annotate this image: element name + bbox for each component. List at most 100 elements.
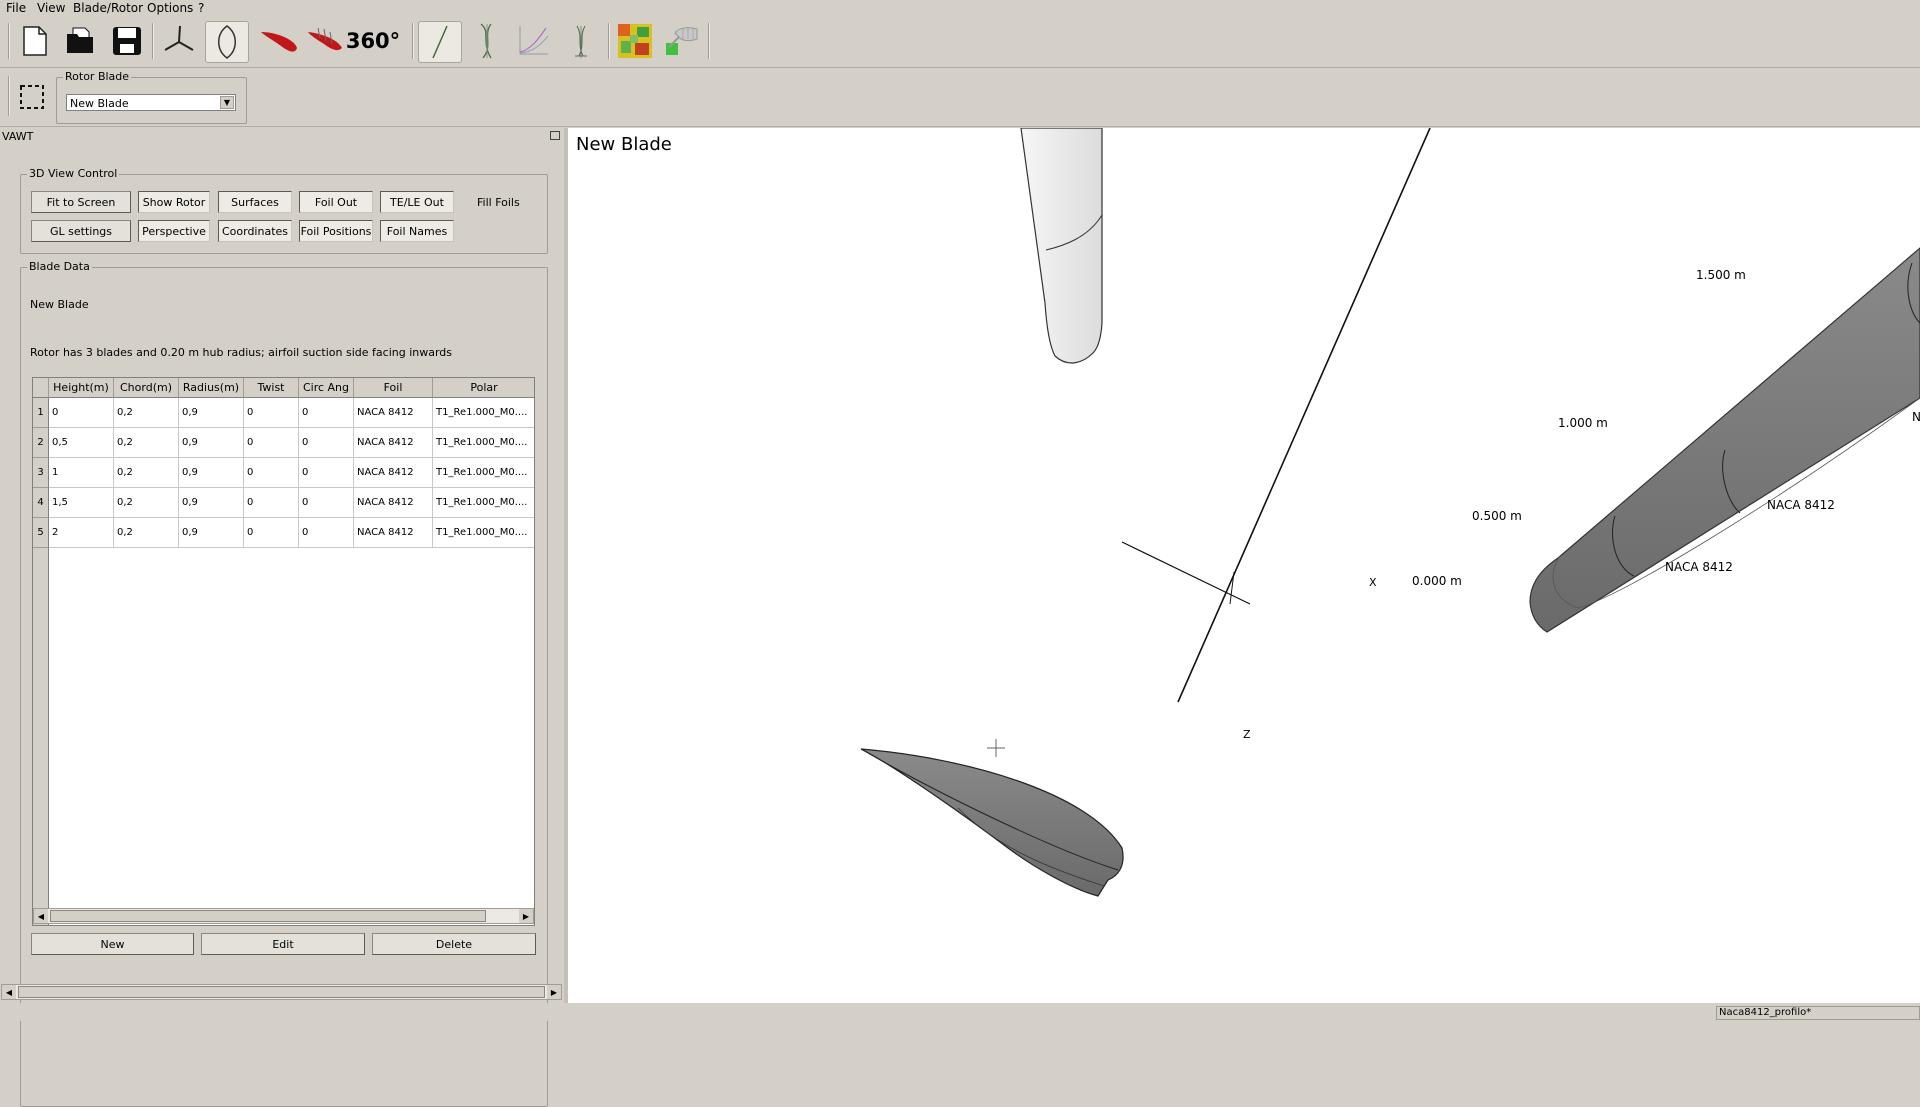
curve-plot-icon[interactable] [512,21,554,61]
vawt-blade-icon[interactable] [205,21,249,63]
table-cell[interactable]: T1_Re1.000_M0.... [433,488,534,518]
dock-horizontal-scrollbar[interactable]: ◀ ▶ [1,984,562,1000]
chevron-left-icon[interactable]: ◀ [2,985,16,999]
coordinates-toggle[interactable]: Coordinates [218,220,292,242]
table-cell[interactable]: 0,2 [114,518,179,548]
airfoil-icon[interactable] [258,21,300,61]
menu-file[interactable]: File [6,1,26,15]
table-cell[interactable]: T1_Re1.000_M0.... [433,428,534,458]
blade-data-table[interactable]: Height(m) Chord(m) Radius(m) Twist Circ … [32,377,535,926]
undock-icon[interactable] [550,131,560,140]
dock-scroll-thumb[interactable] [18,986,545,998]
hand-cursor-icon[interactable] [660,21,702,61]
perspective-toggle[interactable]: Perspective [138,220,210,242]
table-horizontal-scrollbar[interactable]: ◀ ▶ [33,908,534,924]
table-cell[interactable]: NACA 8412 [354,458,433,488]
gl-viewport[interactable]: New Blade 1.500 m 1.000 m 0.500 m 0.000 … [568,128,1920,1003]
new-file-icon[interactable] [14,21,56,61]
lower-blade[interactable] [860,748,1124,897]
open-folder-icon[interactable] [60,21,102,61]
table-cell[interactable]: 1,5 [49,488,114,518]
table-cell[interactable]: 0 [244,398,299,428]
row-header[interactable]: 2 [33,428,49,458]
table-cell[interactable]: 0,9 [179,428,244,458]
chevron-right-icon[interactable]: ▶ [547,985,561,999]
save-icon[interactable] [106,21,148,61]
table-cell[interactable]: 0 [244,428,299,458]
table-scroll-thumb[interactable] [50,910,486,922]
toolbar-separator [8,76,10,116]
table-cell[interactable]: 1 [49,458,114,488]
table-cell[interactable]: 0 [299,518,354,548]
table-cell[interactable]: 0 [244,488,299,518]
edit-section-button[interactable]: Edit [201,933,365,955]
table-cell[interactable]: 0,9 [179,518,244,548]
surfaces-toggle[interactable]: Surfaces [218,191,292,213]
upper-blade[interactable] [1020,128,1103,364]
show-rotor-toggle[interactable]: Show Rotor [138,191,210,213]
dock-title: VAWT [2,130,34,143]
table-cell[interactable]: 0 [299,458,354,488]
table-cell[interactable]: T1_Re1.000_M0.... [433,398,534,428]
column-header[interactable]: Radius(m) [179,378,244,398]
row-header[interactable]: 1 [33,398,49,428]
table-cell[interactable]: 0 [244,518,299,548]
chevron-down-icon[interactable]: ▼ [220,96,234,109]
row-header[interactable]: 3 [33,458,49,488]
foil-out-toggle[interactable]: Foil Out [299,191,373,213]
turbine-sim-icon[interactable] [560,21,602,61]
vawt-curve-icon[interactable] [466,21,508,61]
foil-positions-toggle[interactable]: Foil Positions [299,220,373,242]
row-header[interactable]: 4 [33,488,49,518]
fit-to-screen-button[interactable]: Fit to Screen [31,191,131,213]
table-cell[interactable]: 0 [49,398,114,428]
column-header[interactable]: Twist [244,378,299,398]
foil-names-toggle[interactable]: Foil Names [380,220,454,242]
gl-settings-button[interactable]: GL settings [31,220,131,242]
chevron-right-icon[interactable]: ▶ [519,909,533,923]
column-header[interactable]: Foil [354,378,433,398]
chevron-left-icon[interactable]: ◀ [34,909,48,923]
menu-options[interactable]: Options [147,1,193,15]
table-cell[interactable]: 0,2 [114,398,179,428]
table-cell[interactable]: T1_Re1.000_M0.... [433,458,534,488]
table-cell[interactable]: 0 [244,458,299,488]
column-header[interactable]: Height(m) [49,378,114,398]
fill-foils-toggle[interactable]: Fill Foils [477,196,520,209]
delete-section-button[interactable]: Delete [372,933,536,955]
table-cell[interactable]: 0,9 [179,458,244,488]
menu-blade-rotor[interactable]: Blade/Rotor [73,1,143,15]
column-header[interactable]: Circ Ang [299,378,354,398]
table-cell[interactable]: 2 [49,518,114,548]
right-blade[interactable] [1529,247,1920,633]
toolbar-separator [152,23,154,59]
table-cell[interactable]: 0,9 [179,398,244,428]
table-cell[interactable]: 0,9 [179,488,244,518]
menu-help[interactable]: ? [198,1,204,15]
rotor-blade-select[interactable]: New Blade ▼ [66,94,236,111]
table-cell[interactable]: 0 [299,488,354,518]
menu-view[interactable]: View [37,1,65,15]
column-header[interactable]: Polar [433,378,534,398]
column-header[interactable]: Chord(m) [114,378,179,398]
polar-360-icon[interactable]: 360° [346,21,400,61]
table-cell[interactable]: NACA 8412 [354,398,433,428]
selection-box-icon[interactable] [19,84,45,110]
table-cell[interactable]: NACA 8412 [354,488,433,518]
table-cell[interactable]: 0 [299,398,354,428]
table-cell[interactable]: T1_Re1.000_M0.... [433,518,534,548]
hawt-rotor-icon[interactable] [158,21,200,61]
table-cell[interactable]: NACA 8412 [354,518,433,548]
table-cell[interactable]: 0 [299,428,354,458]
te-le-out-toggle[interactable]: TE/LE Out [380,191,454,213]
table-cell[interactable]: 0,2 [114,428,179,458]
table-cell[interactable]: 0,5 [49,428,114,458]
row-header[interactable]: 5 [33,518,49,548]
polar-blade-icon[interactable] [304,21,346,61]
new-section-button[interactable]: New [31,933,194,955]
line-icon[interactable] [418,21,462,63]
table-cell[interactable]: NACA 8412 [354,428,433,458]
table-cell[interactable]: 0,2 [114,488,179,518]
field-map-icon[interactable] [614,21,656,61]
table-cell[interactable]: 0,2 [114,458,179,488]
